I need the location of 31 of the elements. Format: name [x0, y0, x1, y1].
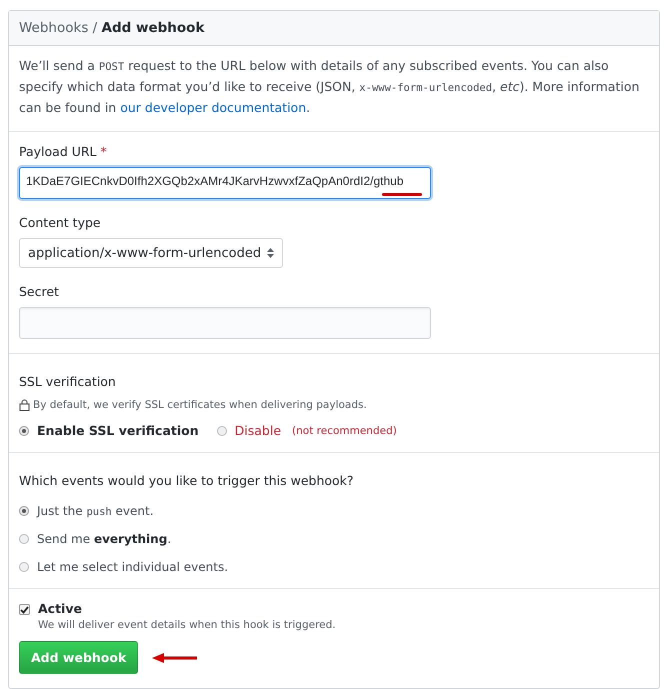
checkbox[interactable] [19, 604, 30, 615]
required-mark: * [100, 144, 107, 159]
intro-paragraph: We’ll send a POST request to the URL below with details of any subscribed events. You can also specify which data format you’d like to receive (JSON, x-www-form-urlencoded, etc). More information can be found in our developer documentation. [19, 57, 640, 117]
radio-button[interactable] [19, 562, 29, 572]
ssl-note: By default, we verify SSL certificates when delivering payloads. [33, 399, 367, 411]
section-title: Which events would you like to trigger this webhook? [19, 473, 355, 488]
radio-label[interactable]: Let me select individual events. [37, 560, 228, 574]
documentation-link[interactable]: our developer documentation [120, 100, 306, 115]
radio-label[interactable]: Send me everything. [37, 532, 172, 546]
radio-button[interactable] [19, 506, 29, 516]
secret-field[interactable] [19, 307, 431, 339]
radio-label[interactable]: Disable [234, 423, 282, 438]
breadcrumb-link[interactable]: Webhooks [19, 20, 88, 36]
radio-label[interactable]: Just the push event. [37, 504, 154, 518]
field-label: Payload URL [19, 144, 97, 159]
payload-url-field[interactable]: 1KDaE7GIECnkvD0Ifh2XGQb2xAMr4JKarvHzwvxfZaQpAn0rdI2/gthub [19, 167, 431, 199]
radio-button[interactable] [19, 534, 29, 544]
section-title: SSL verification [19, 374, 117, 389]
page-title: Add webhook [102, 20, 204, 36]
radio-label[interactable]: Enable SSL verification [37, 423, 199, 438]
caret-icon [267, 248, 274, 258]
lock-icon [19, 399, 30, 411]
radio-button[interactable] [19, 426, 29, 436]
radio-button[interactable] [216, 426, 227, 436]
checkbox-label[interactable]: Active [38, 601, 336, 616]
field-label: Secret [19, 284, 59, 299]
content-type-select[interactable]: application/x-www-form-urlencoded [19, 238, 284, 268]
breadcrumb-separator: / [92, 20, 98, 36]
field-label: Content type [19, 215, 101, 230]
active-note: We will deliver event details when this hook is triggered. [38, 619, 336, 631]
warning-hint: (not recommended) [292, 424, 397, 436]
